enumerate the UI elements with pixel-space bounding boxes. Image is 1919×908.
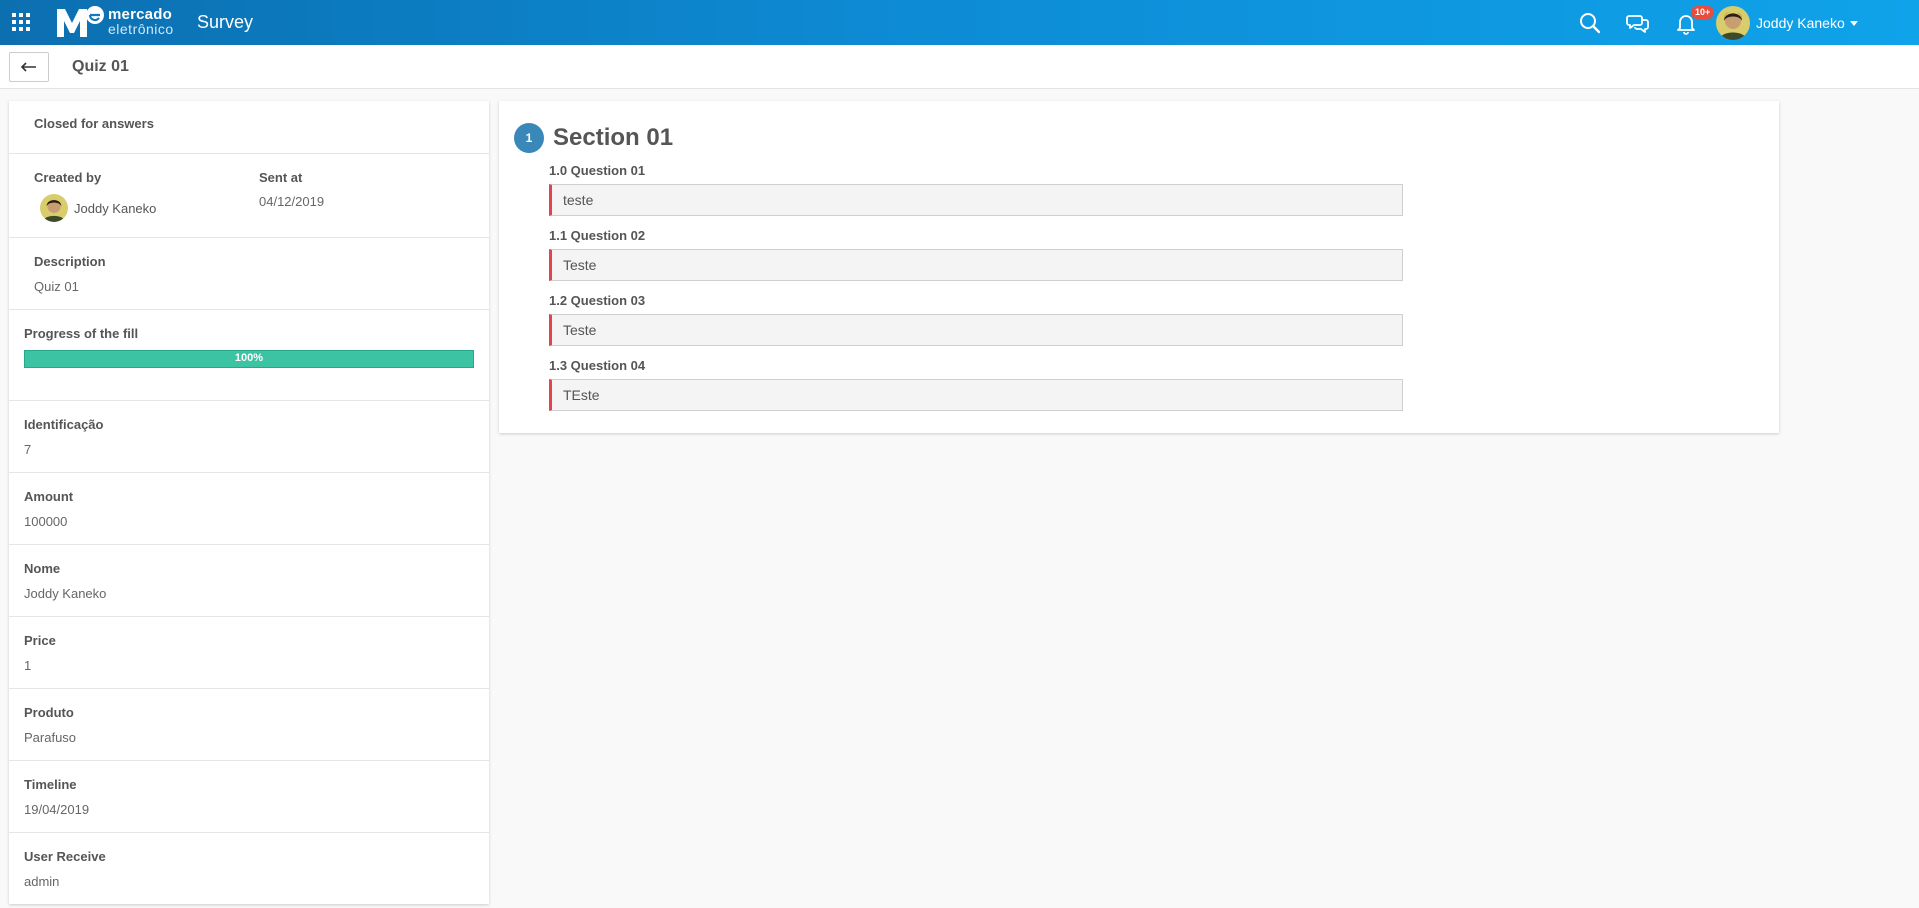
question-label: 1.3 Question 04 [549, 358, 646, 373]
search-icon[interactable] [1578, 11, 1602, 35]
top-navigation-bar: mercado eletrônico Survey 10+ Joddy Kane… [0, 0, 1919, 45]
description-row: Description Quiz 01 [9, 238, 489, 310]
logo-mark-icon [57, 6, 104, 37]
created-by-label: Created by [34, 170, 102, 185]
field-row-nome: Nome Joddy Kaneko [9, 545, 489, 617]
section-title: Section 01 [553, 124, 674, 151]
avatar [1716, 6, 1750, 40]
apps-grid-icon[interactable] [12, 13, 30, 31]
field-label: Identificação [24, 417, 104, 432]
field-value: 7 [24, 442, 32, 457]
field-value: admin [24, 874, 60, 889]
field-value: Parafuso [24, 730, 77, 745]
field-label: Amount [24, 489, 74, 504]
user-name: Joddy Kaneko [1756, 15, 1845, 31]
section-number-badge: 1 [514, 123, 544, 153]
survey-status: Closed for answers [34, 116, 154, 131]
field-row-identificacao: Identificação 7 [9, 401, 489, 473]
chat-icon[interactable] [1626, 11, 1650, 35]
question-item: 1.3 Question 04 TEste [549, 358, 1403, 411]
answer-field[interactable]: Teste [549, 314, 1403, 346]
section-header: 1 Section 01 [514, 123, 673, 153]
progress-bar: 100% [24, 350, 474, 368]
progress-text: 100% [234, 352, 264, 364]
field-value: 1 [24, 658, 32, 673]
field-row-timeline: Timeline 19/04/2019 [9, 761, 489, 833]
sent-at-value: 04/12/2019 [259, 194, 325, 209]
question-item: 1.1 Question 02 Teste [549, 228, 1403, 281]
avatar [40, 194, 68, 222]
field-value: 19/04/2019 [24, 802, 90, 817]
field-label: Timeline [24, 777, 77, 792]
survey-section-card: 1 Section 01 1.0 Question 01 teste 1.1 Q… [499, 101, 1779, 433]
question-item: 1.2 Question 03 Teste [549, 293, 1403, 346]
creator: Joddy Kaneko [34, 194, 156, 222]
question-item: 1.0 Question 01 teste [549, 163, 1403, 216]
arrow-left-icon [21, 62, 36, 72]
sent-at-label: Sent at [259, 170, 303, 185]
description-value: Quiz 01 [34, 279, 79, 294]
user-photo-icon [1716, 6, 1750, 40]
mercado-eletronico-logo[interactable]: mercado eletrônico [55, 5, 174, 39]
question-label: 1.2 Question 03 [549, 293, 646, 308]
status-row: Closed for answers [9, 101, 489, 154]
field-row-produto: Produto Parafuso [9, 689, 489, 761]
question-label: 1.1 Question 02 [549, 228, 646, 243]
logo-text: mercado eletrônico [108, 7, 174, 37]
notification-badge[interactable]: 10+ [1691, 6, 1715, 19]
question-label: 1.0 Question 01 [549, 163, 646, 178]
field-value: Joddy Kaneko [24, 586, 107, 601]
progress-label: Progress of the fill [24, 326, 139, 341]
field-row-price: Price 1 [9, 617, 489, 689]
page-title: Quiz 01 [72, 58, 129, 75]
answer-field[interactable]: TEste [549, 379, 1403, 411]
field-label: Price [24, 633, 56, 648]
field-label: Produto [24, 705, 74, 720]
field-row-amount: Amount 100000 [9, 473, 489, 545]
created-by-value: Joddy Kaneko [74, 200, 157, 216]
field-label: Nome [24, 561, 61, 576]
created-by-block: Created by Joddy Kaneko [34, 170, 156, 222]
sent-at-block: Sent at 04/12/2019 [259, 170, 324, 209]
answer-field[interactable]: teste [549, 184, 1403, 216]
progress-row: Progress of the fill 100% [9, 310, 489, 401]
field-label: User Receive [24, 849, 106, 864]
user-menu[interactable]: Joddy Kaneko [1716, 6, 1858, 40]
logo-line-2: eletrônico [108, 21, 174, 37]
answer-field[interactable]: Teste [549, 249, 1403, 281]
survey-details-panel: Closed for answers Created by Joddy Kane… [9, 101, 489, 904]
caret-down-icon [1849, 20, 1858, 26]
page-header: Quiz 01 [0, 45, 1919, 89]
creator-photo-icon [40, 194, 68, 222]
field-value: 100000 [24, 514, 68, 529]
back-button[interactable] [9, 52, 49, 82]
meta-row: Created by Joddy Kaneko Sent at 04/12/20… [9, 154, 489, 238]
description-label: Description [34, 254, 106, 269]
logo-line-1: mercado [108, 6, 172, 23]
app-title[interactable]: Survey [197, 12, 253, 33]
field-row-user-receive: User Receive admin [9, 833, 489, 905]
